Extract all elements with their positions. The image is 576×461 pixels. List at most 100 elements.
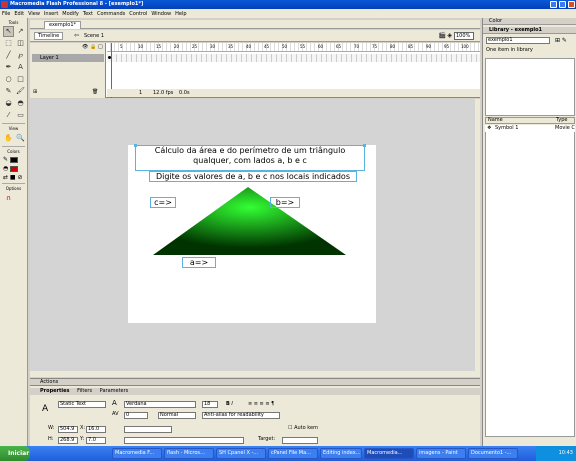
task-button[interactable]: flash - Micros... <box>164 448 214 459</box>
library-panel-header[interactable]: Library - exemplo1 <box>483 27 576 34</box>
library-item[interactable]: ❖ Symbol 1 Movie C <box>485 125 575 132</box>
horizontal-scrollbar[interactable] <box>30 371 480 377</box>
back-arrow-icon[interactable]: ⇦ <box>74 32 79 39</box>
auto-kern-checkbox[interactable]: ☐ Auto kern <box>288 425 318 432</box>
close-button[interactable] <box>568 1 575 8</box>
minimize-button[interactable] <box>550 1 557 8</box>
stroke-color-swatch[interactable]: ✎ <box>3 156 24 163</box>
eye-icon[interactable]: 👁 <box>82 44 88 50</box>
url-link-field[interactable] <box>124 426 172 433</box>
menu-modify[interactable]: Modify <box>62 11 79 17</box>
instruction-textbox[interactable]: Digite os valores de a, b e c nos locais… <box>149 171 357 182</box>
delete-layer-icon[interactable]: 🗑 <box>92 89 98 95</box>
task-button[interactable]: Macromedia F... <box>112 448 162 459</box>
menu-edit[interactable]: Edit <box>14 11 24 17</box>
outline-icon[interactable]: □ <box>98 44 103 50</box>
task-button[interactable]: imagens - Paint <box>416 448 466 459</box>
zoom-icon[interactable]: 🔍 <box>15 133 26 144</box>
tab-parameters[interactable]: Parameters <box>100 388 129 394</box>
hand-icon[interactable]: ✋ <box>3 133 14 144</box>
paint-bucket-icon[interactable]: ◓ <box>15 98 26 109</box>
document-tab[interactable]: exemplo1* <box>44 21 82 29</box>
clock[interactable]: 10:43 <box>559 450 573 456</box>
task-button[interactable]: cPanel File Ma... <box>268 448 318 459</box>
font-size-field[interactable]: 18 <box>202 401 218 408</box>
menu-view[interactable]: View <box>28 11 40 17</box>
pin-icon[interactable]: ⊞ ✎ <box>555 37 567 44</box>
stage[interactable]: Cálculo da área e do perímetro de um tri… <box>128 144 376 323</box>
start-button[interactable]: Iniciar <box>0 446 30 461</box>
add-layer-icon[interactable]: ⊞ <box>33 89 37 95</box>
font-select[interactable]: Verdana <box>124 401 196 408</box>
menu-help[interactable]: Help <box>175 11 186 17</box>
color-panel-header[interactable]: Color <box>483 18 576 25</box>
label-b-textbox[interactable]: b=> <box>270 197 300 208</box>
y-field[interactable]: 7.0 <box>86 437 106 444</box>
lock-icon[interactable]: 🔒 <box>90 44 96 50</box>
auto-kern-label: Auto kern <box>294 425 319 431</box>
pen-icon[interactable]: ✒ <box>3 62 14 73</box>
edit-symbol-icon[interactable]: ◈ <box>447 32 452 39</box>
pencil-icon[interactable]: ✎ <box>3 86 14 97</box>
frame-number: 5 <box>120 44 123 49</box>
align-buttons[interactable]: ≡ ≡ ≡ ≡ ¶ <box>248 401 274 408</box>
arrow-icon[interactable]: ↖ <box>3 26 14 37</box>
title-textbox[interactable]: Cálculo da área e do perímetro de um tri… <box>135 145 365 171</box>
column-name[interactable]: Name <box>488 118 503 123</box>
width-field[interactable]: 504.9 <box>58 426 78 433</box>
vertical-scrollbar[interactable] <box>475 99 480 371</box>
task-button-active[interactable]: Macromedia... <box>364 448 414 459</box>
oval-icon[interactable]: ○ <box>3 74 14 85</box>
layer-row[interactable]: Layer 1 <box>32 54 104 62</box>
subselect-icon[interactable]: ↗ <box>15 26 26 37</box>
task-button[interactable]: Documento1 -... <box>468 448 518 459</box>
selection-handle[interactable] <box>363 144 366 147</box>
library-select[interactable]: exemplo1 <box>486 37 550 44</box>
frame-ruler[interactable]: 5 10 15 20 25 30 35 40 45 50 55 60 65 70… <box>107 43 480 52</box>
tab-filters[interactable]: Filters <box>77 388 92 394</box>
edit-scene-icon[interactable]: 🎬 <box>439 32 446 39</box>
menu-window[interactable]: Window <box>151 11 171 17</box>
x-field[interactable]: 16.0 <box>86 426 106 433</box>
fill-color-swatch[interactable]: ◓ <box>3 165 24 172</box>
label-c-textbox[interactable]: c=> <box>150 197 176 208</box>
link-field[interactable] <box>124 437 244 444</box>
timeline-toggle-button[interactable]: Timeline <box>34 32 64 40</box>
snap-magnet-icon[interactable]: ∩ <box>3 193 14 204</box>
actions-panel-header[interactable]: Actions <box>30 379 480 386</box>
char-position-select[interactable]: Normal <box>158 412 196 419</box>
tools-panel: Tools ↖ ↗ ⬚ ◫ ╱ ℘ ✒ A ○ □ ✎ 🖌 ◒ ◓ ⁄ ▭ Vi… <box>0 18 28 446</box>
column-type[interactable]: Type <box>556 118 567 123</box>
label-a-textbox[interactable]: a=> <box>182 257 216 268</box>
rectangle-icon[interactable]: □ <box>15 74 26 85</box>
tab-properties[interactable]: Properties <box>40 388 69 394</box>
text-icon[interactable]: A <box>15 62 26 73</box>
task-button[interactable]: Editing index... <box>320 448 362 459</box>
swap-colors-icon[interactable]: ⇄ ■ ⊘ <box>3 174 24 181</box>
lasso-icon[interactable]: ℘ <box>15 50 26 61</box>
menu-commands[interactable]: Commands <box>97 11 125 17</box>
menu-file[interactable]: File <box>2 11 10 17</box>
antialias-select[interactable]: Anti-alias for readability <box>202 412 280 419</box>
target-select[interactable] <box>282 437 318 444</box>
height-field[interactable]: 268.9 <box>58 437 78 444</box>
ink-bottle-icon[interactable]: ◒ <box>3 98 14 109</box>
frame-track[interactable] <box>107 54 480 62</box>
menu-text[interactable]: Text <box>83 11 93 17</box>
menu-insert[interactable]: Insert <box>44 11 58 17</box>
text-type-select[interactable]: Static Text <box>58 401 106 408</box>
brush-icon[interactable]: 🖌 <box>15 86 26 97</box>
maximize-button[interactable] <box>559 1 566 8</box>
letter-spacing-field[interactable]: 0 <box>124 412 148 419</box>
zoom-select[interactable]: 100% <box>454 32 474 40</box>
selection-handle[interactable] <box>134 144 137 147</box>
fill-transform-icon[interactable]: ◫ <box>15 38 26 49</box>
task-button[interactable]: SH Cpanel X -... <box>216 448 266 459</box>
free-transform-icon[interactable]: ⬚ <box>3 38 14 49</box>
menu-control[interactable]: Control <box>129 11 147 17</box>
library-column-headers: Name Type <box>485 117 575 124</box>
eraser-icon[interactable]: ▭ <box>15 110 26 121</box>
bold-button[interactable]: B I <box>226 401 233 408</box>
eyedropper-icon[interactable]: ⁄ <box>3 110 14 121</box>
line-icon[interactable]: ╱ <box>3 50 14 61</box>
